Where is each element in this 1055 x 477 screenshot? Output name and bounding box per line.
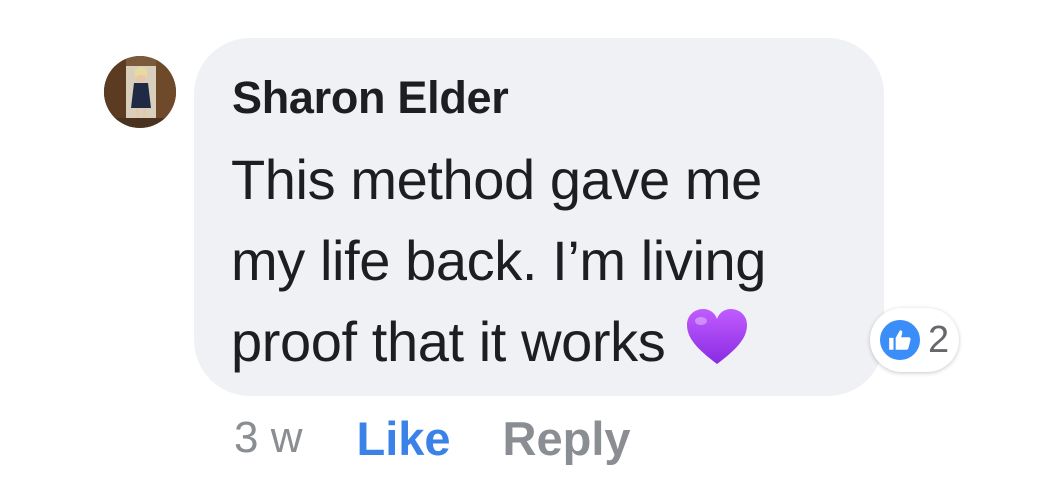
avatar[interactable] xyxy=(104,56,176,128)
comment-text: This method gave me my life back. I’m li… xyxy=(231,139,871,382)
avatar-photo xyxy=(104,56,176,128)
purple-heart-icon xyxy=(685,307,749,367)
comment-line: my life back. I’m living xyxy=(231,229,766,292)
comment-actions: 3 w Like Reply xyxy=(234,408,631,468)
comment-line: proof that it works xyxy=(231,310,666,373)
comment-line: This method gave me xyxy=(231,148,762,211)
reaction-summary[interactable]: 2 xyxy=(870,308,960,372)
like-button[interactable]: Like xyxy=(356,411,450,466)
thumbs-up-icon xyxy=(878,318,922,362)
comment-timestamp[interactable]: 3 w xyxy=(234,413,302,463)
comment-line-with-emoji: proof that it works xyxy=(231,301,871,382)
comment-author[interactable]: Sharon Elder xyxy=(232,72,509,124)
reaction-count: 2 xyxy=(928,319,950,361)
reply-button[interactable]: Reply xyxy=(503,411,631,466)
